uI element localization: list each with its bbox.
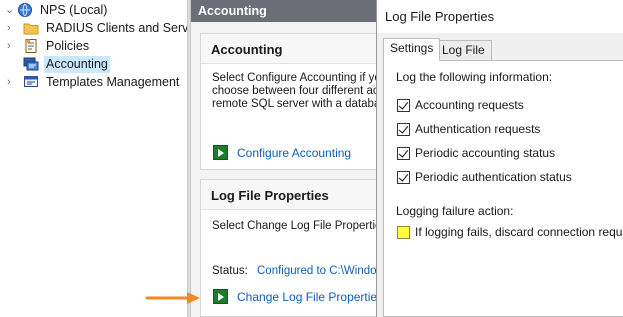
- status-value: Configured to C:\Window: [257, 265, 377, 277]
- settings-panel: Log the following information: Accountin…: [383, 60, 623, 317]
- log-file-properties-card: Log File Properties Select Change Log Fi…: [200, 179, 377, 317]
- tree-item-policies[interactable]: Policies: [23, 37, 91, 55]
- tab-log-file[interactable]: Log File: [435, 40, 492, 60]
- card-title: Accounting: [201, 34, 377, 64]
- tree-item-label: Accounting: [44, 55, 110, 73]
- checkbox-authentication-requests[interactable]: Authentication requests: [397, 122, 540, 136]
- card-description-line: remote SQL server with a database: [212, 98, 377, 110]
- tree-item-label: NPS (Local): [40, 2, 108, 17]
- configure-accounting-label[interactable]: Configure Accounting: [237, 146, 351, 160]
- policies-icon: [23, 38, 39, 54]
- card-description-line: Select Configure Accounting if you: [212, 72, 377, 84]
- tab-settings[interactable]: Settings: [383, 38, 441, 61]
- checkbox-periodic-authentication-status[interactable]: Periodic authentication status: [397, 170, 572, 184]
- log-file-properties-dialog: Log File Properties Settings Log File Lo…: [376, 0, 623, 317]
- change-log-file-properties-link[interactable]: Change Log File Properties: [213, 289, 377, 304]
- folder-icon: [23, 20, 39, 36]
- info-label: Log the following information:: [396, 70, 553, 84]
- tree-item-templates-management[interactable]: Templates Management: [23, 73, 181, 91]
- checkbox-periodic-accounting-status[interactable]: Periodic accounting status: [397, 146, 555, 160]
- checkbox[interactable]: [397, 146, 410, 160]
- tree-item-radius-clients-and-servers[interactable]: RADIUS Clients and Servers: [23, 19, 208, 37]
- accounting-card: Accounting Select Configure Accounting i…: [200, 33, 377, 170]
- checkbox-accounting-requests[interactable]: Accounting requests: [397, 98, 524, 112]
- change-log-file-properties-label[interactable]: Change Log File Properties: [237, 290, 377, 304]
- pane-header: Accounting: [191, 0, 377, 22]
- failure-action-label: Logging failure action:: [396, 204, 514, 218]
- checkbox-label: Periodic authentication status: [415, 170, 572, 184]
- checkbox[interactable]: [397, 122, 410, 136]
- nps-server-icon: [17, 2, 33, 18]
- details-pane: Accounting Accounting Select Configure A…: [191, 0, 377, 317]
- configure-accounting-link[interactable]: Configure Accounting: [213, 145, 351, 160]
- checkbox[interactable]: [397, 225, 410, 239]
- expand-chevron-icon[interactable]: ›: [7, 37, 11, 55]
- status-label: Status:: [212, 265, 248, 277]
- accounting-icon: [23, 56, 39, 72]
- checkbox[interactable]: [397, 98, 410, 112]
- console-tree: ⌄ NPS (Local) › RADIUS Clients and Serve…: [0, 0, 206, 317]
- expand-chevron-icon[interactable]: ›: [7, 19, 11, 37]
- checkbox-label: Authentication requests: [415, 122, 541, 136]
- card-description-line: Select Change Log File Properties: [212, 220, 377, 232]
- checkbox-label: Periodic accounting status: [415, 146, 556, 160]
- pointer-arrow-icon: [145, 292, 200, 304]
- tree-item-accounting[interactable]: Accounting: [23, 55, 110, 73]
- go-arrow-icon: [213, 289, 228, 304]
- tree-item-label: Templates Management: [46, 74, 180, 89]
- go-arrow-icon: [213, 145, 228, 160]
- checkbox-label: Accounting requests: [415, 98, 524, 112]
- card-description-line: choose between four different acc: [212, 85, 377, 97]
- expand-chevron-icon[interactable]: ›: [7, 73, 11, 91]
- collapse-chevron-icon[interactable]: ⌄: [5, 1, 14, 19]
- checkbox[interactable]: [397, 170, 410, 184]
- tree-item-nps-local[interactable]: NPS (Local): [17, 1, 109, 19]
- dialog-title: Log File Properties: [377, 0, 623, 33]
- tree-item-label: Policies: [46, 38, 90, 53]
- card-title: Log File Properties: [201, 180, 377, 210]
- checkbox-label: If logging fails, discard connection req…: [415, 225, 623, 239]
- tree-item-label: RADIUS Clients and Servers: [46, 20, 206, 35]
- templates-icon: [23, 74, 39, 90]
- checkbox-discard-connection-requests[interactable]: If logging fails, discard connection req…: [397, 225, 623, 239]
